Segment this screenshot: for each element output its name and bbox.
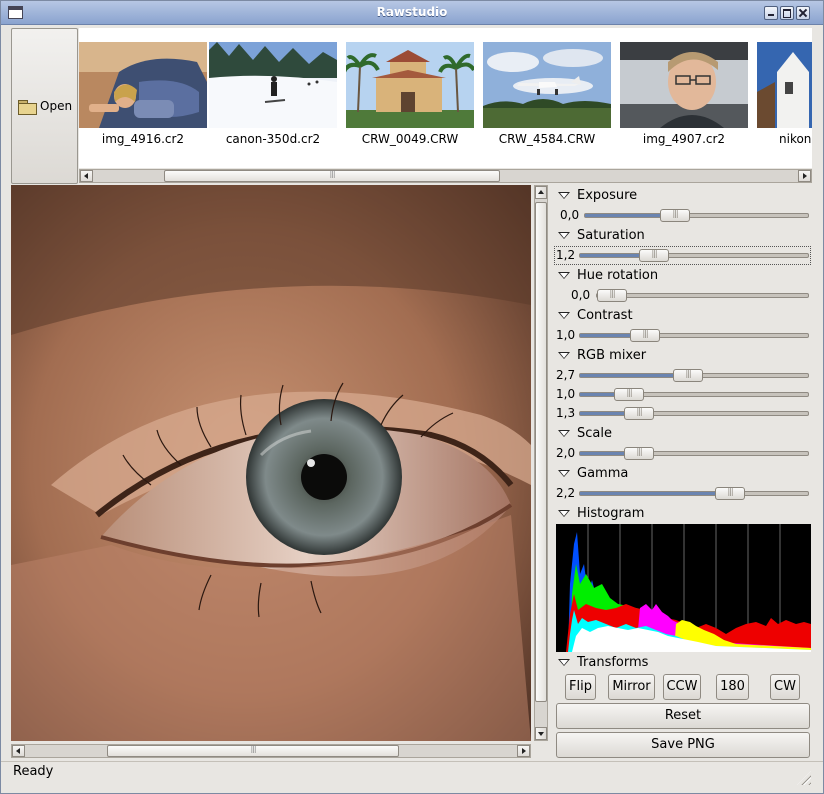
rotate-cw-button[interactable]: CW	[770, 674, 800, 700]
folder-open-icon	[18, 100, 37, 115]
thumbnail-item[interactable]: img_4907.cr2	[620, 42, 750, 146]
rgb-blue-value: 1,3	[556, 406, 576, 420]
histogram-display	[556, 524, 811, 652]
expander-triangle-icon	[558, 192, 570, 199]
scroll-up-icon[interactable]	[535, 186, 547, 199]
exposure-value: 0,0	[560, 208, 580, 222]
status-bar: Ready	[1, 761, 823, 793]
expander-triangle-icon	[558, 470, 570, 477]
slider-fill	[580, 374, 688, 377]
thumbnail-image	[620, 42, 748, 128]
expander-triangle-icon	[558, 510, 570, 517]
hue-rotation-slider[interactable]	[596, 289, 809, 302]
scrollbar-thumb[interactable]	[107, 745, 399, 757]
scroll-right-icon[interactable]	[517, 745, 530, 757]
minimize-button[interactable]	[764, 6, 778, 20]
contrast-value: 1,0	[556, 328, 576, 342]
scroll-left-icon[interactable]	[12, 745, 25, 757]
thumbnail-item[interactable]: CRW_0049.CRW	[346, 42, 476, 146]
thumbnail-strip: img_4916.cr2 canon-350d.cr2 CRW_0049.CRW…	[79, 28, 812, 168]
thumbnail-image	[346, 42, 474, 128]
thumbnail-image	[79, 42, 207, 128]
flip-button[interactable]: Flip	[565, 674, 596, 700]
preview-horizontal-scrollbar[interactable]	[11, 744, 531, 758]
expander-triangle-icon	[558, 232, 570, 239]
scrollbar-thumb[interactable]	[164, 170, 500, 182]
exposure-slider[interactable]	[584, 209, 809, 222]
scroll-right-icon[interactable]	[798, 170, 811, 182]
thumbnail-image	[483, 42, 611, 128]
open-button-label: Open	[40, 99, 73, 113]
thumbnail-label: CRW_4584.CRW	[498, 132, 596, 146]
mirror-button[interactable]: Mirror	[608, 674, 655, 700]
thumbnail-label: nikon	[779, 132, 812, 146]
slider-fill	[580, 492, 730, 495]
rgb-green-slider[interactable]	[579, 388, 809, 401]
reset-button[interactable]: Reset	[556, 703, 810, 729]
open-button[interactable]: Open	[11, 28, 78, 184]
thumbnail-label: CRW_0049.CRW	[361, 132, 459, 146]
scrollbar-thumb[interactable]	[535, 202, 547, 702]
slider-handle[interactable]	[624, 407, 654, 420]
rgb-red-slider[interactable]	[579, 369, 809, 382]
rgb-red-value: 2,7	[556, 368, 576, 382]
rotate-ccw-button[interactable]: CCW	[663, 674, 701, 700]
expander-triangle-icon	[558, 272, 570, 279]
scroll-left-icon[interactable]	[80, 170, 93, 182]
thumbnail-item[interactable]: img_4916.cr2	[79, 42, 209, 146]
slider-handle[interactable]	[624, 447, 654, 460]
saturation-value: 1,2	[556, 248, 576, 262]
save-png-button[interactable]: Save PNG	[556, 732, 810, 758]
image-preview[interactable]	[11, 185, 531, 741]
rgb-blue-slider[interactable]	[579, 407, 809, 420]
resize-grip-icon[interactable]	[797, 771, 811, 785]
scale-slider[interactable]	[579, 447, 809, 460]
gamma-value: 2,2	[556, 486, 576, 500]
expander-triangle-icon	[558, 352, 570, 359]
thumbnail-label: canon-350d.cr2	[225, 132, 321, 146]
thumbnail-scrollbar[interactable]	[79, 169, 812, 183]
expander-triangle-icon	[558, 430, 570, 437]
title-bar[interactable]: Rawstudio	[1, 1, 823, 25]
rotate-180-button[interactable]: 180	[716, 674, 749, 700]
slider-handle[interactable]	[630, 329, 660, 342]
thumbnail-label: img_4916.cr2	[101, 132, 185, 146]
expander-triangle-icon	[558, 312, 570, 319]
status-text: Ready	[13, 764, 54, 779]
contrast-slider[interactable]	[579, 329, 809, 342]
slider-handle[interactable]	[673, 369, 703, 382]
slider-handle[interactable]	[660, 209, 690, 222]
gamma-slider[interactable]	[579, 487, 809, 500]
slider-handle[interactable]	[614, 388, 644, 401]
hue-rotation-value: 0,0	[571, 288, 591, 302]
slider-handle[interactable]	[639, 249, 669, 262]
thumbnail-image	[209, 42, 337, 128]
expander-triangle-icon	[558, 659, 570, 666]
thumbnail-label: img_4907.cr2	[642, 132, 726, 146]
slider-handle[interactable]	[597, 289, 627, 302]
thumbnail-item[interactable]: nikon	[757, 42, 812, 146]
thumbnail-item[interactable]: canon-350d.cr2	[209, 42, 339, 146]
window-title: Rawstudio	[376, 5, 448, 19]
thumbnail-item[interactable]: CRW_4584.CRW	[483, 42, 613, 146]
main-window: Rawstudio Open img_4916.cr2 canon-350d.c…	[0, 0, 824, 794]
rgb-green-value: 1,0	[556, 387, 576, 401]
tool-panel-scrollbar[interactable]	[534, 185, 548, 741]
scale-value: 2,0	[556, 446, 576, 460]
maximize-button[interactable]	[780, 6, 794, 20]
saturation-slider[interactable]	[579, 249, 809, 262]
slider-handle[interactable]	[715, 487, 745, 500]
close-button[interactable]	[796, 6, 810, 20]
thumbnail-image	[757, 42, 812, 128]
scroll-down-icon[interactable]	[535, 727, 547, 740]
